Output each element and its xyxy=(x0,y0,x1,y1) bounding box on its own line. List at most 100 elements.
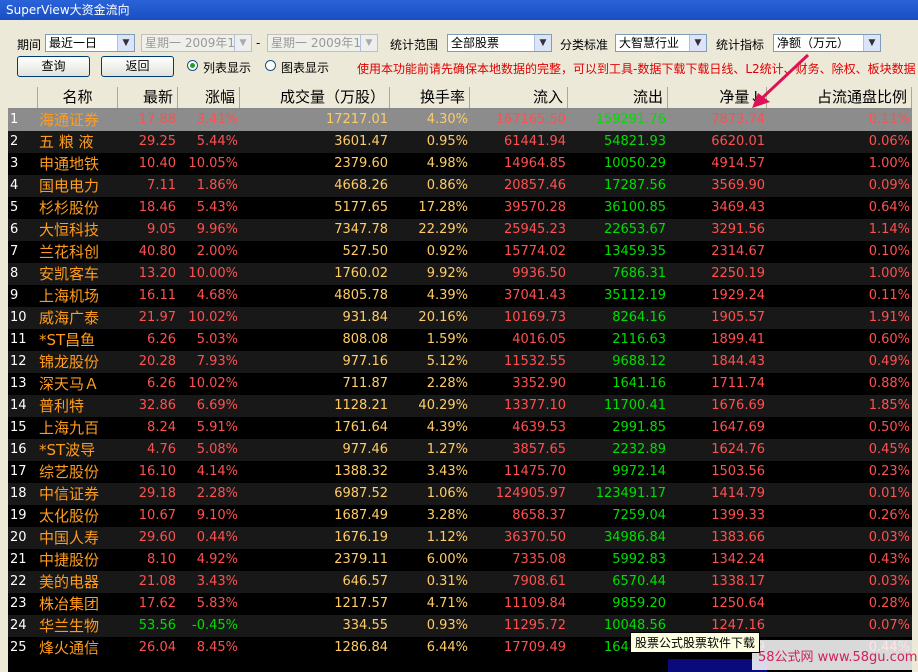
turnover: 6.44% xyxy=(426,640,468,655)
turnover: 1.06% xyxy=(426,486,468,501)
header-inflow[interactable]: 流入 xyxy=(470,87,568,108)
header-change[interactable]: 涨幅 xyxy=(178,87,240,108)
turnover: 17.28% xyxy=(418,200,468,215)
volume: 7347.78 xyxy=(334,222,388,237)
change-pct: 9.10% xyxy=(196,508,238,523)
stock-name: 上海机场 xyxy=(39,287,100,305)
header-last[interactable]: 最新 xyxy=(118,87,178,108)
outflow: 7686.31 xyxy=(612,266,666,281)
float-ratio: 0.64% xyxy=(868,200,910,215)
volume: 4805.78 xyxy=(334,288,388,303)
list-view-radio[interactable] xyxy=(187,60,198,71)
range-select[interactable]: 全部股票 ▼ xyxy=(447,34,552,52)
turnover: 1.27% xyxy=(426,442,468,457)
chevron-down-icon[interactable]: ▼ xyxy=(534,35,551,51)
stock-name: 普利特 xyxy=(39,397,85,415)
outflow: 36100.85 xyxy=(603,200,666,215)
inflow: 17709.49 xyxy=(503,640,566,655)
header-net[interactable]: 净量↓ xyxy=(668,87,767,108)
row-index: 24 xyxy=(10,618,27,633)
chart-view-label[interactable]: 图表显示 xyxy=(281,59,329,76)
volume: 1286.84 xyxy=(334,640,388,655)
table-row[interactable]: 18 中信证券 29.18 2.28% 6987.52 1.06% 124905.97 123… xyxy=(8,483,912,505)
date-from-picker: 星期一 2009年12 ▼ xyxy=(141,34,252,52)
chevron-down-icon: ▼ xyxy=(234,35,251,51)
chevron-down-icon[interactable]: ▼ xyxy=(117,35,134,51)
change-pct: 1.86% xyxy=(196,178,238,193)
money-flow-table[interactable]: 名称 最新 涨幅 成交量（万股） 换手率 流入 流出 净量↓ 占流通盘比例 1 海… xyxy=(8,87,912,672)
change-pct: 0.44% xyxy=(196,530,238,545)
table-row[interactable]: 6 大恒科技 9.05 9.96% 7347.78 22.29% 25945.23 22653… xyxy=(8,219,912,241)
table-row[interactable]: 7 兰花科创 40.80 2.00% 527.50 0.92% 15774.02 13459.… xyxy=(8,241,912,263)
query-button[interactable]: 查询 xyxy=(17,56,90,77)
chart-view-radio[interactable] xyxy=(265,60,276,71)
net-amount: 1503.56 xyxy=(711,464,765,479)
table-row[interactable]: 3 申通地铁 10.40 10.05% 2379.60 4.98% 14964.85 1005… xyxy=(8,153,912,175)
category-select[interactable]: 大智慧行业 ▼ xyxy=(615,34,707,52)
inflow: 3352.90 xyxy=(512,376,566,391)
change-pct: 6.69% xyxy=(196,398,238,413)
date-to-picker: 星期一 2009年12 ▼ xyxy=(267,34,378,52)
table-row[interactable]: 2 五 粮 液 29.25 5.44% 3601.47 0.95% 61441.94 5482… xyxy=(8,131,912,153)
float-ratio: 0.43% xyxy=(868,552,910,567)
inflow: 4016.05 xyxy=(512,332,566,347)
inflow: 11532.55 xyxy=(503,354,566,369)
inflow: 14964.85 xyxy=(503,156,566,171)
table-row[interactable]: 4 国电电力 7.11 1.86% 4668.26 0.86% 20857.46 17287.… xyxy=(8,175,912,197)
turnover: 40.29% xyxy=(418,398,468,413)
net-amount: 1250.64 xyxy=(711,596,765,611)
table-row[interactable]: 8 安凯客车 13.20 10.00% 1760.02 9.92% 9936.50 7686.… xyxy=(8,263,912,285)
outflow: 9859.20 xyxy=(612,596,666,611)
table-row[interactable]: 21 中捷股份 8.10 4.92% 2379.11 6.00% 7335.08 5992.8… xyxy=(8,549,912,571)
table-row[interactable]: 19 太化股份 10.67 9.10% 1687.49 3.28% 8658.37 7259.… xyxy=(8,505,912,527)
header-ratio[interactable]: 占流通盘比例 xyxy=(767,87,912,108)
list-view-label[interactable]: 列表显示 xyxy=(203,59,251,76)
table-row[interactable]: 12 锦龙股份 20.28 7.93% 977.16 5.12% 11532.55 9688.… xyxy=(8,351,912,373)
turnover: 4.39% xyxy=(426,420,468,435)
net-amount: 1929.24 xyxy=(711,288,765,303)
table-row[interactable]: 22 美的电器 21.08 3.43% 646.57 0.31% 7908.61 6570.4… xyxy=(8,571,912,593)
metric-select[interactable]: 净额（万元） ▼ xyxy=(773,34,881,52)
last-price: 10.40 xyxy=(138,156,176,171)
chevron-down-icon[interactable]: ▼ xyxy=(863,35,880,51)
turnover: 5.12% xyxy=(426,354,468,369)
stock-name: 株冶集团 xyxy=(39,595,100,613)
header-outflow[interactable]: 流出 xyxy=(568,87,668,108)
table-row[interactable]: 11 *ST昌鱼 6.26 5.03% 808.08 1.59% 4016.05 2116.6… xyxy=(8,329,912,351)
table-row[interactable]: 14 普利特 32.86 6.69% 1128.21 40.29% 13377.10 1170… xyxy=(8,395,912,417)
table-row[interactable]: 13 深天马Ａ 6.26 10.02% 711.87 2.28% 3352.90 1641.1… xyxy=(8,373,912,395)
header-volume[interactable]: 成交量（万股） xyxy=(240,87,390,108)
table-row[interactable]: 17 综艺股份 16.10 4.14% 1388.32 3.43% 11475.70 9972… xyxy=(8,461,912,483)
net-amount: 1647.69 xyxy=(711,420,765,435)
volume: 1761.64 xyxy=(334,420,388,435)
outflow: 5992.83 xyxy=(612,552,666,567)
inflow: 25945.23 xyxy=(503,222,566,237)
last-price: 8.24 xyxy=(147,420,176,435)
row-index: 12 xyxy=(10,354,27,369)
table-row[interactable]: 15 上海九百 8.24 5.91% 1761.64 4.39% 4639.53 2991.8… xyxy=(8,417,912,439)
back-button[interactable]: 返回 xyxy=(101,56,174,77)
volume: 1217.57 xyxy=(334,596,388,611)
table-header: 名称 最新 涨幅 成交量（万股） 换手率 流入 流出 净量↓ 占流通盘比例 xyxy=(8,87,912,109)
table-row[interactable]: 20 中国人寿 29.60 0.44% 1676.19 1.12% 36370.50 3498… xyxy=(8,527,912,549)
table-row[interactable]: 24 华兰生物 53.56 -0.45% 334.55 0.93% 11295.72 1004… xyxy=(8,615,912,637)
header-name[interactable]: 名称 xyxy=(38,87,118,108)
volume: 977.46 xyxy=(342,442,389,457)
outflow: 1641.16 xyxy=(612,376,666,391)
change-pct: 5.43% xyxy=(196,200,238,215)
header-turnover[interactable]: 换手率 xyxy=(390,87,470,108)
last-price: 13.20 xyxy=(138,266,176,281)
net-amount: 1414.79 xyxy=(711,486,765,501)
table-row[interactable]: 5 杉杉股份 18.46 5.43% 5177.65 17.28% 39570.28 3610… xyxy=(8,197,912,219)
table-row[interactable]: 9 上海机场 16.11 4.68% 4805.78 4.39% 37041.43 35112… xyxy=(8,285,912,307)
period-select[interactable]: 最近一日 ▼ xyxy=(45,34,135,52)
chevron-down-icon[interactable]: ▼ xyxy=(689,35,706,51)
table-row[interactable]: 10 威海广泰 21.97 10.02% 931.84 20.16% 10169.73 826… xyxy=(8,307,912,329)
volume: 646.57 xyxy=(342,574,389,589)
table-row[interactable]: 23 株冶集团 17.62 5.83% 1217.57 4.71% 11109.84 9859… xyxy=(8,593,912,615)
table-row[interactable]: 16 *ST波导 4.76 5.08% 977.46 1.27% 3857.65 2232.8… xyxy=(8,439,912,461)
volume: 2379.11 xyxy=(334,552,388,567)
last-price: 7.11 xyxy=(147,178,176,193)
table-row[interactable]: 1 海通证券 17.88 3.41% 17217.01 4.30% 167165.50 159… xyxy=(8,109,912,131)
stock-name: 安凯客车 xyxy=(39,265,100,283)
